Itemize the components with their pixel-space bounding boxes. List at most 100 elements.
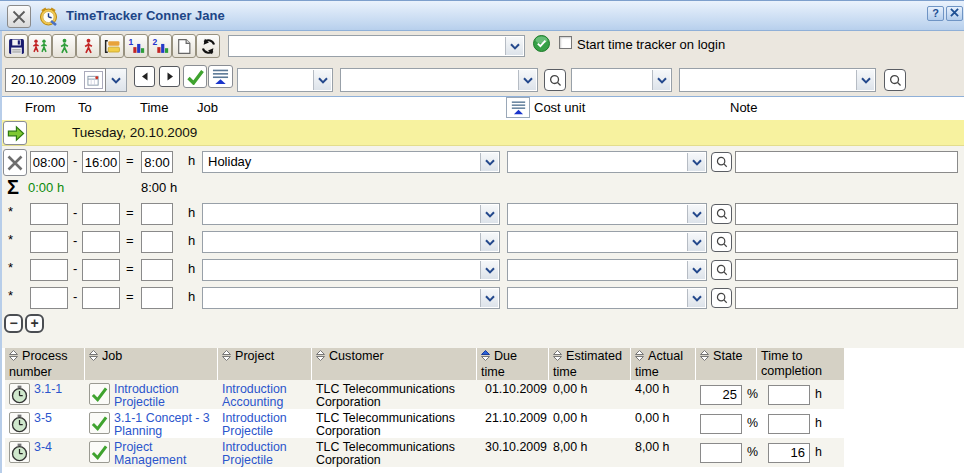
book-job-button[interactable] (89, 412, 110, 434)
switch-user-button[interactable] (28, 34, 52, 58)
entry-search-cost-unit-button[interactable] (711, 152, 732, 172)
chevron-down-icon[interactable] (687, 233, 705, 251)
filter-combo-3[interactable] (571, 68, 672, 92)
add-row-button[interactable]: + (25, 314, 44, 333)
blank-from-input-3[interactable] (30, 259, 68, 281)
blank-time-input-3[interactable] (141, 259, 173, 281)
chevron-down-icon[interactable] (687, 153, 705, 171)
search-job-button[interactable] (544, 69, 566, 91)
header-job[interactable]: Job (85, 348, 218, 380)
state-percent-input[interactable] (700, 385, 742, 405)
process-number-link[interactable]: 3.1-1 (34, 383, 62, 409)
time-to-completion-input[interactable] (768, 414, 810, 434)
blank-time-input-2[interactable] (141, 231, 173, 253)
blank-cost-unit-combo-2[interactable] (507, 231, 707, 253)
blank-job-combo-4[interactable] (202, 287, 500, 309)
save-button[interactable] (4, 34, 28, 58)
project-link[interactable]: Introduction Projectile (218, 409, 312, 438)
stop-work-button[interactable] (76, 34, 100, 58)
blank-time-input-4[interactable] (141, 287, 173, 309)
book-job-button[interactable] (89, 441, 110, 463)
chevron-down-icon[interactable] (687, 205, 705, 223)
confirm-task-button[interactable] (533, 35, 550, 56)
blank-note-input-3[interactable] (735, 259, 958, 281)
chevron-down-icon[interactable] (505, 37, 523, 55)
blank-cost-unit-combo-4[interactable] (507, 287, 707, 309)
blank-search-button-4[interactable] (711, 288, 732, 308)
report-1-button[interactable]: 1 (124, 34, 148, 58)
task-quick-combo[interactable] (228, 35, 525, 57)
date-input[interactable]: 20.10.2009 (5, 68, 106, 92)
refresh-button[interactable] (196, 34, 220, 58)
remove-row-button[interactable]: − (4, 314, 23, 333)
blank-to-input-3[interactable] (82, 259, 120, 281)
chevron-down-icon[interactable] (652, 70, 670, 90)
filter-combo-2[interactable] (340, 68, 538, 92)
new-entry-button[interactable] (172, 34, 196, 58)
chevron-down-icon[interactable] (313, 70, 331, 90)
project-link[interactable]: Introduction Accounting (218, 380, 312, 409)
blank-to-input-2[interactable] (82, 231, 120, 253)
header-actual-time[interactable]: Actual time (631, 348, 696, 380)
header-time-to-completion[interactable]: Time to completion (757, 348, 844, 380)
chevron-down-icon[interactable] (856, 70, 874, 90)
blank-cost-unit-combo-3[interactable] (507, 259, 707, 281)
apply-date-button[interactable] (183, 65, 207, 88)
header-state[interactable]: State (696, 348, 757, 380)
blank-note-input-2[interactable] (735, 231, 958, 253)
titlebar-close-button[interactable] (946, 6, 963, 21)
blank-from-input-4[interactable] (30, 287, 68, 309)
autostart-checkbox[interactable] (559, 36, 572, 49)
header-due-time[interactable]: Due time (477, 348, 549, 380)
start-tracking-button[interactable] (3, 121, 27, 145)
chevron-down-icon[interactable] (687, 261, 705, 279)
delete-entry-button[interactable] (3, 149, 27, 176)
blank-to-input-1[interactable] (82, 203, 120, 225)
header-process-number[interactable]: Process number (5, 348, 85, 380)
job-link[interactable]: 3.1-1 Concept - 3 Planning (114, 412, 215, 438)
previous-day-button[interactable] (134, 66, 155, 87)
chevron-down-icon[interactable] (480, 289, 498, 307)
project-link[interactable]: Introduction Projectile (218, 438, 312, 467)
help-button[interactable]: ? (927, 6, 944, 21)
chevron-down-icon[interactable] (518, 70, 536, 90)
chevron-down-icon[interactable] (687, 289, 705, 307)
stopwatch-button[interactable] (9, 441, 30, 463)
report-2-button[interactable]: 2 (148, 34, 172, 58)
state-percent-input[interactable] (700, 414, 742, 434)
blank-search-button-2[interactable] (711, 232, 732, 252)
blank-note-input-1[interactable] (735, 203, 958, 225)
state-percent-input[interactable] (700, 443, 742, 463)
entry-to-input[interactable] (82, 151, 120, 173)
next-day-button[interactable] (159, 66, 180, 87)
entry-time-input[interactable] (141, 151, 173, 173)
blank-job-combo-1[interactable] (202, 203, 500, 225)
sort-entries-button[interactable] (208, 65, 233, 88)
filter-combo-4[interactable] (679, 68, 876, 92)
book-job-button[interactable] (89, 383, 110, 405)
chevron-down-icon[interactable] (480, 233, 498, 251)
blank-search-button-3[interactable] (711, 260, 732, 280)
calendar-picker-button[interactable] (84, 71, 103, 89)
blank-cost-unit-combo-1[interactable] (507, 203, 707, 225)
blank-note-input-4[interactable] (735, 287, 958, 309)
header-customer[interactable]: Customer (312, 348, 477, 380)
entry-from-input[interactable] (30, 151, 68, 173)
blank-time-input-1[interactable] (141, 203, 173, 225)
entry-note-input[interactable] (735, 151, 958, 173)
chevron-down-icon[interactable] (480, 261, 498, 279)
blank-job-combo-3[interactable] (202, 259, 500, 281)
blank-search-button-1[interactable] (711, 204, 732, 224)
search-cost-unit-button[interactable] (884, 69, 906, 91)
blank-job-combo-2[interactable] (202, 231, 500, 253)
job-link[interactable]: Introduction Projectile (114, 383, 215, 409)
entry-job-combo[interactable]: Holiday (202, 151, 500, 173)
blank-from-input-1[interactable] (30, 203, 68, 225)
worklist-button[interactable] (100, 34, 124, 58)
close-window-button[interactable] (7, 5, 31, 28)
header-estimated-time[interactable]: Estimated time (549, 348, 631, 380)
blank-to-input-4[interactable] (82, 287, 120, 309)
sort-cost-unit-button[interactable] (506, 97, 530, 118)
time-to-completion-input[interactable] (768, 443, 810, 463)
filter-combo-1[interactable] (237, 68, 333, 92)
